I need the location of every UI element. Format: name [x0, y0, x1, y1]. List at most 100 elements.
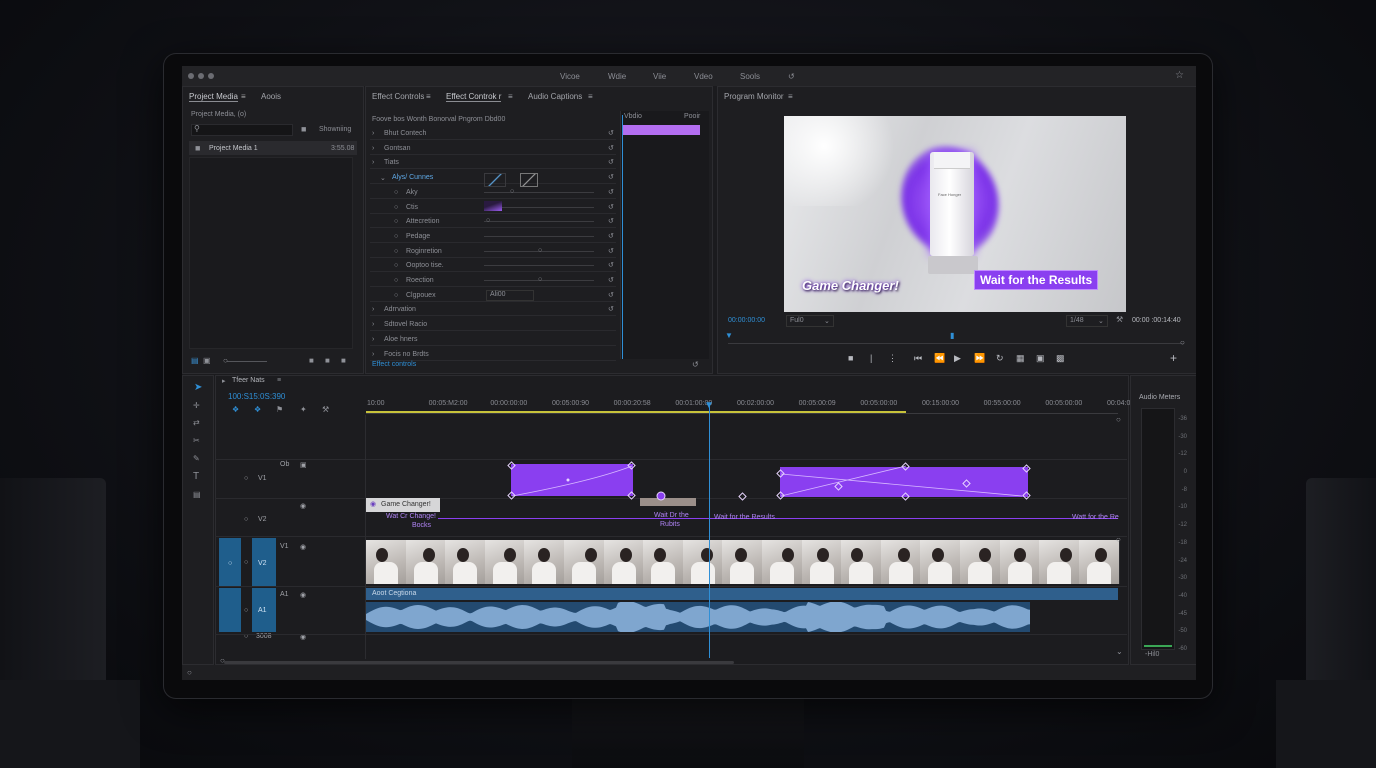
caption-text-4[interactable]: Rubits [660, 521, 680, 528]
program-scrubber[interactable] [728, 343, 1184, 344]
reset-icon[interactable]: ↺ [608, 173, 614, 181]
effect-row-label[interactable]: Clgpouex [406, 292, 436, 299]
new-bin-icon[interactable]: ■ [309, 357, 314, 365]
razor-icon[interactable]: ✂ [193, 437, 200, 445]
reset-icon[interactable]: ↺ [608, 144, 614, 152]
track-name[interactable]: V1 [258, 475, 267, 482]
stopwatch-icon[interactable]: ○ [394, 292, 398, 299]
track-visibility-icon[interactable]: ◉ [300, 502, 306, 510]
share-icon[interactable]: ↺ [788, 72, 795, 81]
playhead-handle-icon[interactable]: ▼ [704, 401, 714, 411]
scrubber-end-icon[interactable]: ○ [1180, 339, 1185, 347]
zoom-slider[interactable] [227, 361, 267, 362]
search-input[interactable] [191, 124, 293, 136]
wrench-icon[interactable]: ⚒ [1116, 316, 1123, 324]
effect-mini-timeline[interactable] [620, 111, 709, 359]
track-select-icon[interactable]: ✛ [193, 402, 200, 410]
tab-aoois[interactable]: Aoois [261, 92, 281, 101]
caption-text-1[interactable]: Wat Cr Change! [386, 513, 436, 520]
chevron-right-icon[interactable]: › [372, 306, 374, 313]
chevron-right-icon[interactable]: › [372, 321, 374, 328]
panel-menu-icon[interactable]: ≡ [508, 92, 513, 101]
reset-icon[interactable]: ↺ [692, 361, 699, 369]
mini-playhead[interactable] [622, 115, 623, 359]
reset-icon[interactable]: ↺ [608, 129, 614, 137]
star-icon[interactable]: ☆ [1175, 70, 1184, 81]
snap-icon[interactable]: ❖ [232, 406, 239, 414]
reset-icon[interactable]: ↺ [608, 291, 614, 299]
track-lock-icon[interactable]: ○ [244, 475, 248, 482]
effect-row-label[interactable]: Aloe hners [384, 336, 417, 343]
new-item-icon[interactable]: ■ [325, 357, 330, 365]
caption-text-6[interactable]: Watt for the Re [1072, 514, 1119, 521]
caption-text-5[interactable]: Wait for the Results [714, 514, 775, 521]
reset-icon[interactable]: ↺ [608, 203, 614, 211]
timeline-scrollbar[interactable] [224, 661, 734, 664]
track-lock-icon[interactable]: ○ [244, 516, 248, 523]
chevron-right-icon[interactable]: › [372, 336, 374, 343]
effect-row-slider[interactable] [484, 265, 594, 267]
loop-icon[interactable]: ↻ [996, 353, 1004, 364]
timeline-playhead[interactable] [709, 406, 710, 658]
track-visibility-icon[interactable]: ▣ [300, 461, 307, 469]
tab-project-media[interactable]: Project Media [189, 92, 238, 102]
mark-in-icon[interactable]: | [870, 353, 872, 363]
effect-row-slider[interactable] [484, 221, 594, 223]
marker-icon[interactable]: ⚑ [276, 406, 283, 414]
effect-row-label[interactable]: Roginretion [406, 248, 442, 255]
export-frame-icon[interactable]: ▩ [1056, 353, 1065, 364]
caption-text-3[interactable]: Wait Dr the [654, 512, 689, 519]
track-lock-icon[interactable]: ○ [244, 607, 248, 614]
effect-row-label[interactable]: Adrrvation [384, 306, 416, 313]
stopwatch-icon[interactable]: ○ [394, 189, 398, 196]
zoom-slider-handle[interactable]: ○ [223, 357, 228, 365]
step-back-start-icon[interactable]: ⏮ [914, 353, 922, 364]
reset-icon[interactable]: ↺ [608, 261, 614, 269]
timeline-wrench-icon[interactable]: ⚒ [322, 406, 329, 414]
window-zoom-dot[interactable] [208, 73, 214, 79]
linked-selection-icon[interactable]: ❖ [254, 406, 261, 414]
tab-audio-captions[interactable]: Audio Captions [528, 92, 582, 101]
effect-row-slider[interactable] [484, 191, 594, 193]
program-viewer[interactable]: Face Honger Game Changer! Wait for the R… [784, 116, 1126, 312]
ripple-edit-icon[interactable]: ⇄ [193, 419, 200, 427]
effect-row-label[interactable]: Pedage [406, 233, 430, 240]
slider-handle-icon[interactable]: ○ [538, 276, 542, 283]
list-view-icon[interactable]: ▤ [191, 357, 199, 365]
panel-menu-icon[interactable]: ≡ [588, 92, 593, 101]
reset-icon[interactable]: ↺ [608, 217, 614, 225]
mini-timeline-clip[interactable] [622, 125, 700, 135]
menu-item-5[interactable]: Sools [740, 72, 760, 81]
effect-row-label[interactable]: Tiats [384, 159, 399, 166]
reset-icon[interactable]: ↺ [608, 305, 614, 313]
scroll-down-icon[interactable]: ⌄ [1116, 648, 1123, 656]
timeline-collapse-icon[interactable]: ▸ [222, 377, 226, 385]
reset-icon[interactable]: ↺ [608, 247, 614, 255]
effect-row-slider[interactable] [484, 235, 594, 237]
track-lock-icon[interactable]: ○ [244, 559, 248, 566]
stop-icon[interactable]: ■ [848, 353, 853, 363]
window-minimize-dot[interactable] [198, 73, 204, 79]
fast-forward-icon[interactable]: ⏩ [974, 353, 985, 364]
stopwatch-icon[interactable]: ○ [394, 233, 398, 240]
more-icon[interactable]: ⋮ [888, 353, 897, 364]
scroll-mid-icon[interactable]: ○ [1116, 536, 1121, 544]
captions-tool-icon[interactable]: ▤ [193, 491, 201, 499]
menu-item-4[interactable]: Vdeo [694, 72, 713, 81]
window-close-dot[interactable] [188, 73, 194, 79]
effect-row-label[interactable]: Ooptoo tise. [406, 262, 444, 269]
reset-icon[interactable]: ↺ [608, 232, 614, 240]
chevron-right-icon[interactable]: › [372, 145, 374, 152]
play-icon[interactable]: ▶ [954, 353, 961, 364]
stopwatch-icon[interactable]: ○ [394, 277, 398, 284]
effect-row-label[interactable]: Bhut Contech [384, 130, 426, 137]
scroll-up-icon[interactable]: ○ [1116, 416, 1121, 424]
ease-curve-icon[interactable] [484, 173, 506, 187]
slider-handle-icon[interactable]: ○ [486, 217, 490, 224]
track-visibility-icon[interactable]: ◉ [300, 543, 306, 551]
add-button-icon[interactable]: + [1170, 351, 1177, 365]
reset-icon[interactable]: ↺ [608, 276, 614, 284]
chevron-down-icon[interactable]: ⌄ [380, 174, 386, 182]
icon-view-icon[interactable]: ▣ [203, 357, 211, 365]
trash-icon[interactable]: ■ [341, 357, 346, 365]
